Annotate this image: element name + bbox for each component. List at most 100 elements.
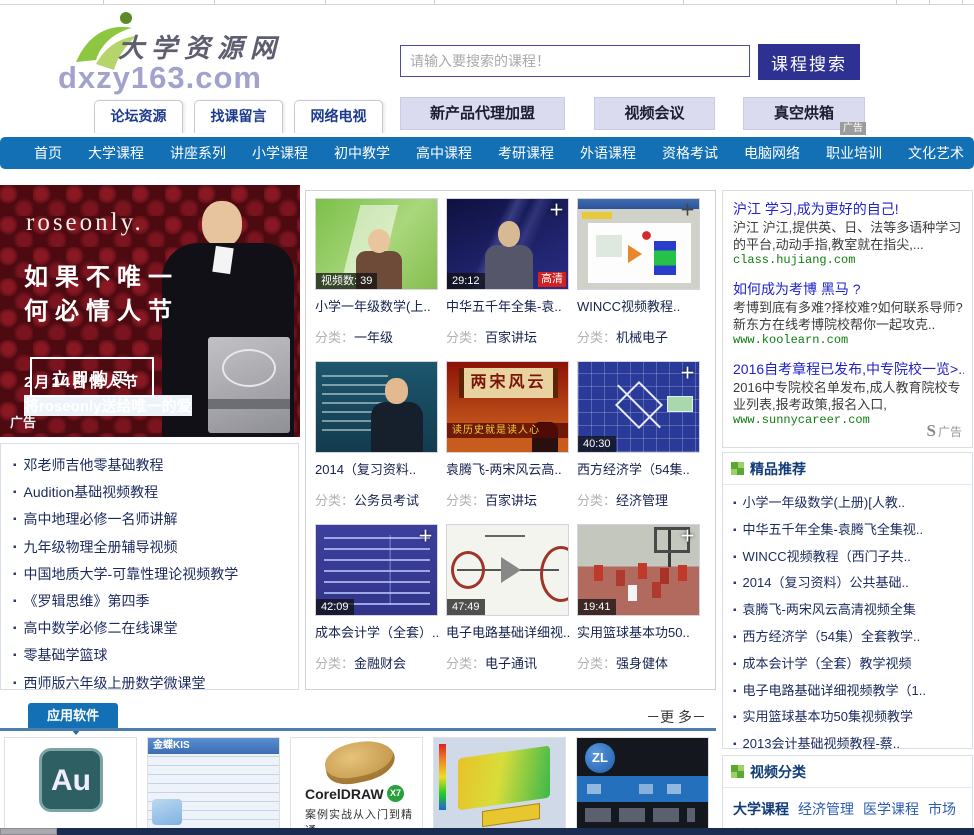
video-title[interactable]: WINCC视频教程.. xyxy=(577,299,707,315)
nav-postgrad[interactable]: 考研课程 xyxy=(498,143,554,163)
video-card[interactable]: 视频数: 39 小学一年级数学(上.. 分类：一年级 xyxy=(315,198,445,361)
featured-link[interactable]: 电子电路基础详细视频教学（1.. xyxy=(743,683,926,698)
category-link[interactable]: 机械电子 xyxy=(616,330,668,345)
ad-title[interactable]: 2016自考章程已发布,中专院校一览>.. xyxy=(733,360,964,379)
video-title[interactable]: 中华五千年全集-袁.. xyxy=(446,299,576,315)
video-thumbnail[interactable]: ＋ 29:12 高清 xyxy=(446,198,569,290)
text-ad[interactable]: 沪江 学习,成为更好的自己! 沪江 沪江,提供英、日、法等多语种学习的平台,动动… xyxy=(733,200,964,267)
featured-link[interactable]: 西方经济学（54集）全套教学.. xyxy=(743,629,921,644)
banner-headline-1: 如果不唯一 xyxy=(24,264,179,291)
search-input[interactable] xyxy=(400,45,750,77)
nav-culture-art[interactable]: 文化艺术 xyxy=(908,143,964,163)
nav-junior-high[interactable]: 初中教学 xyxy=(334,143,390,163)
video-title[interactable]: 实用篮球基本功50.. xyxy=(577,625,707,641)
tab-forum-resources[interactable]: 论坛资源 xyxy=(94,100,183,133)
featured-link[interactable]: WINCC视频教程（西门子共.. xyxy=(743,549,911,564)
video-title[interactable]: 电子电路基础详细视.. xyxy=(446,625,576,641)
nav-vocational[interactable]: 职业培训 xyxy=(826,143,882,163)
software-card-audition[interactable]: Au xyxy=(4,737,137,830)
software-card-zl-site[interactable]: ZL xyxy=(576,737,709,830)
category-link[interactable]: 强身健体 xyxy=(616,656,668,671)
category-link[interactable]: 经济管理 xyxy=(616,493,668,508)
left-link[interactable]: 西师版六年级上册数学微课堂 xyxy=(13,670,298,697)
video-thumbnail[interactable]: 两宋风云 读历史就是读人心 xyxy=(446,361,569,453)
video-title[interactable]: 小学一年级数学(上.. xyxy=(315,299,445,315)
video-title[interactable]: 2014（复习资料.. xyxy=(315,462,445,478)
category-economics[interactable]: 经济管理 xyxy=(798,801,854,817)
video-card[interactable]: 两宋风云 读历史就是读人心 袁腾飞-两宋风云高.. 分类：百家讲坛 xyxy=(446,361,576,524)
promo-video-conference[interactable]: 视频会议 xyxy=(594,97,715,130)
text-ad[interactable]: 如何成为考博 黑马 ? 考博到底有多难?择校难?如何联系导师?新东方在线考博院校… xyxy=(733,280,964,347)
left-link[interactable]: 零基础学篮球 xyxy=(13,642,298,669)
promo-agent-join[interactable]: 新产品代理加盟 xyxy=(400,97,565,130)
video-thumbnail[interactable]: 47:49 xyxy=(446,524,569,616)
category-university[interactable]: 大学课程 xyxy=(733,801,789,817)
tab-web-tv[interactable]: 网络电视 xyxy=(294,100,383,133)
featured-link[interactable]: 中华五千年全集-袁腾飞全集视.. xyxy=(743,522,924,537)
video-card[interactable]: ＋ 29:12 高清 中华五千年全集-袁.. 分类：百家讲坛 xyxy=(446,198,576,361)
category-link[interactable]: 一年级 xyxy=(354,330,393,345)
video-thumbnail[interactable]: 视频数: 39 xyxy=(315,198,438,290)
ad-title[interactable]: 如何成为考博 黑马 ? xyxy=(733,280,964,299)
video-title[interactable]: 西方经济学（54集.. xyxy=(577,462,707,478)
video-thumbnail[interactable] xyxy=(315,361,438,453)
search-button[interactable]: 课程搜索 xyxy=(758,44,860,80)
software-card-kingdee-kis[interactable]: 金蝶KIS xyxy=(147,737,280,830)
featured-link[interactable]: 2013会计基础视频教程-蔡.. xyxy=(743,736,900,751)
nav-certification[interactable]: 资格考试 xyxy=(662,143,718,163)
tab-course-request[interactable]: 找课留言 xyxy=(194,100,283,133)
category-link[interactable]: 百家讲坛 xyxy=(485,330,537,345)
category-medical[interactable]: 医学课程 xyxy=(863,801,919,817)
nav-home[interactable]: 首页 xyxy=(34,143,62,163)
nav-senior-high[interactable]: 高中课程 xyxy=(416,143,472,163)
nav-primary-school[interactable]: 小学课程 xyxy=(252,143,308,163)
text-ad[interactable]: 2016自考章程已发布,中专院校一览>.. 2016中专院校名单发布,成人教育院… xyxy=(733,360,964,427)
featured-link[interactable]: 小学一年级数学(上册)[人教.. xyxy=(743,495,906,510)
category-link[interactable]: 公务员考试 xyxy=(354,493,419,508)
video-thumbnail[interactable]: ＋ 40:30 xyxy=(577,361,700,453)
featured-link[interactable]: 实用篮球基本功50集视频教学 xyxy=(743,709,913,724)
category-label: 分类： xyxy=(577,656,617,671)
video-card[interactable]: ＋ 42:09 成本会计学（全套）.. 分类：金融财会 xyxy=(315,524,445,687)
more-link[interactable]: －更 多－ xyxy=(646,707,706,727)
left-link[interactable]: 高中地理必修一名师讲解 xyxy=(13,506,298,533)
ad-url[interactable]: class.hujiang.com xyxy=(733,253,964,267)
video-title[interactable]: 袁腾飞-两宋风云高.. xyxy=(446,462,576,478)
roseonly-banner-ad[interactable]: roseonly. 如果不唯一 何必情人节 2月14日情人节 将roseonly… xyxy=(0,185,300,437)
ad-url[interactable]: www.koolearn.com xyxy=(733,333,964,347)
nav-foreign-language[interactable]: 外语课程 xyxy=(580,143,636,163)
nav-lecture-series[interactable]: 讲座系列 xyxy=(170,143,226,163)
software-card-cfd-simulation[interactable] xyxy=(433,737,566,830)
video-thumbnail[interactable]: ＋ 42:09 xyxy=(315,524,438,616)
featured-link[interactable]: 2014（复习资料）公共基础.. xyxy=(743,575,909,590)
category-link[interactable]: 电子通讯 xyxy=(485,656,537,671)
left-link[interactable]: 中国地质大学-可靠性理论视频教学 xyxy=(13,561,298,588)
left-link[interactable]: 九年级物理全册辅导视频 xyxy=(13,534,298,561)
featured-link[interactable]: 成本会计学（全套）教学视频 xyxy=(743,656,912,671)
video-card[interactable]: 2014（复习资料.. 分类：公务员考试 xyxy=(315,361,445,524)
video-grid: 视频数: 39 小学一年级数学(上.. 分类：一年级 ＋ 29:12 高清 中华… xyxy=(305,190,716,690)
video-thumbnail[interactable]: ＋ 19:41 xyxy=(577,524,700,616)
nav-computer-network[interactable]: 电脑网络 xyxy=(744,143,800,163)
left-link[interactable]: 《罗辑思维》第四季 xyxy=(13,588,298,615)
promo-vacuum-oven[interactable]: 真空烘箱 广告 xyxy=(743,97,866,135)
video-card[interactable]: 47:49 电子电路基础详细视.. 分类：电子通讯 xyxy=(446,524,576,687)
left-link[interactable]: 邓老师吉他零基础教程 xyxy=(13,452,298,479)
video-thumbnail[interactable]: ＋ xyxy=(577,198,700,290)
featured-link[interactable]: 袁腾飞-两宋风云高清视频全集 xyxy=(743,602,916,617)
ad-title[interactable]: 沪江 学习,成为更好的自己! xyxy=(733,200,964,219)
video-card[interactable]: ＋ 19:41 实用篮球基本功50.. 分类：强身健体 xyxy=(577,524,707,687)
site-logo[interactable]: 大学资源网 dxzy163.com xyxy=(52,8,342,104)
tab-application-software[interactable]: 应用软件 xyxy=(28,703,118,735)
banner-buy-now-button[interactable]: 立即购买 xyxy=(30,357,155,397)
video-card[interactable]: ＋ 40:30 西方经济学（54集.. 分类：经济管理 xyxy=(577,361,707,524)
software-card-coreldraw[interactable]: CorelDRAW X7 案例实战从入门到精通 xyxy=(290,737,423,830)
left-link[interactable]: Audition基础视频教程 xyxy=(13,479,298,506)
category-link[interactable]: 百家讲坛 xyxy=(485,493,537,508)
video-title[interactable]: 成本会计学（全套）.. xyxy=(315,625,445,641)
video-card[interactable]: ＋ WINCC视频教程.. 分类：机械电子 xyxy=(577,198,707,361)
category-link[interactable]: 金融财会 xyxy=(354,656,406,671)
kis-window-body xyxy=(148,754,279,829)
nav-university-courses[interactable]: 大学课程 xyxy=(88,143,144,163)
left-link[interactable]: 高中数学必修二在线课堂 xyxy=(13,615,298,642)
